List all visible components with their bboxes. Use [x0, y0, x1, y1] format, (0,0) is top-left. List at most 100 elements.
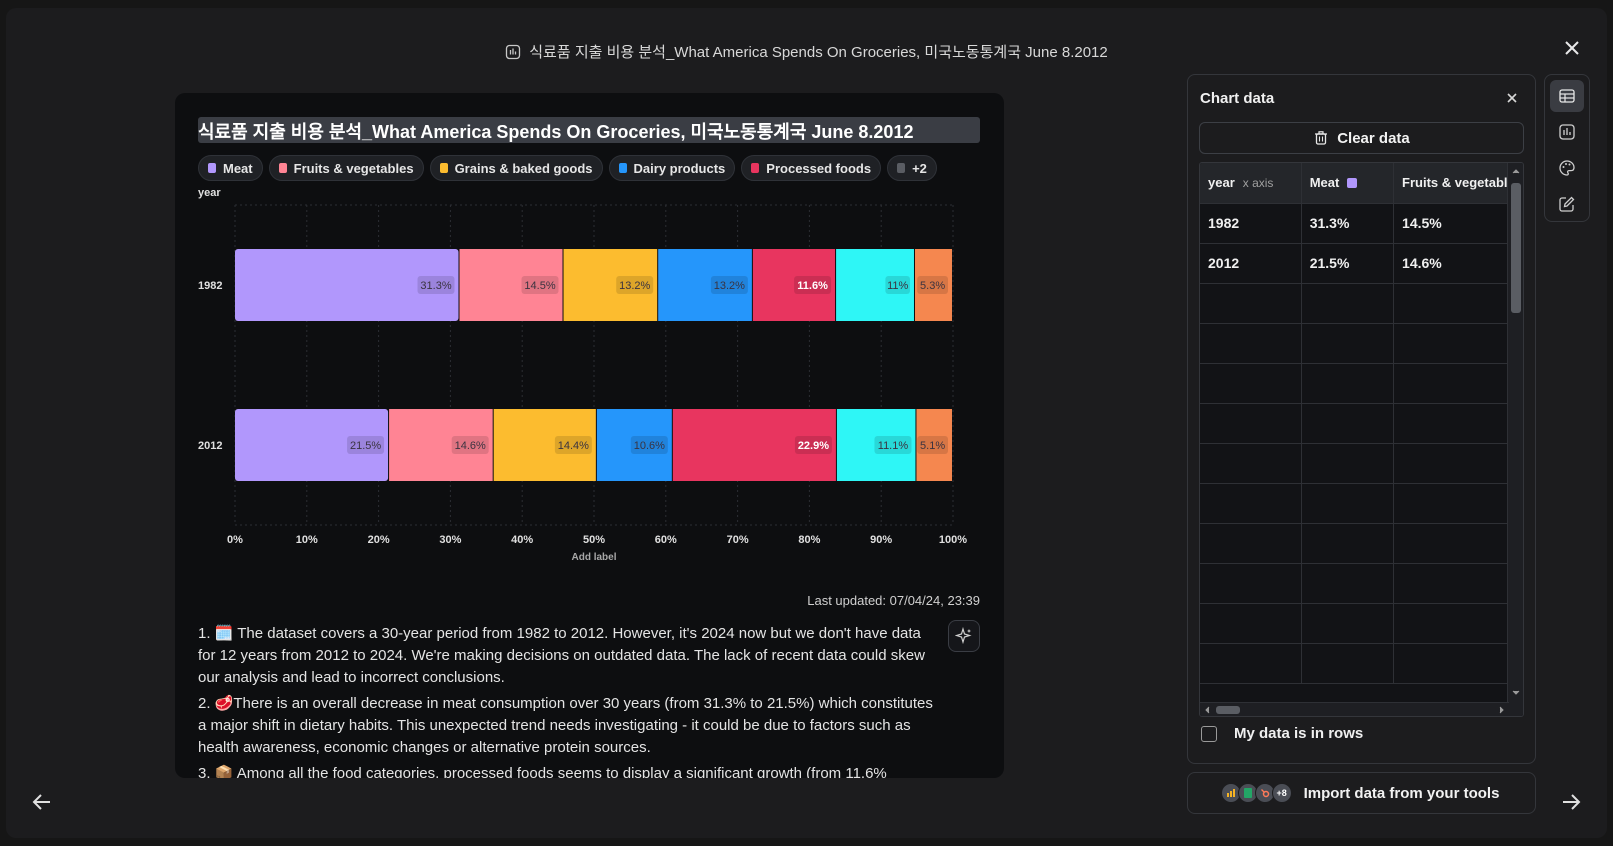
table-row	[1200, 563, 1523, 604]
table-cell[interactable]: 1982	[1200, 203, 1302, 244]
insights-text: 1. 🗓️ The dataset covers a 30-year perio…	[198, 623, 938, 778]
table-cell[interactable]	[1200, 563, 1302, 604]
next-chart-button[interactable]	[1557, 788, 1585, 816]
table-cell[interactable]	[1301, 603, 1395, 644]
table-cell[interactable]	[1200, 483, 1302, 524]
trash-icon	[1315, 131, 1328, 145]
meat-color-swatch[interactable]	[1347, 178, 1358, 189]
table-icon	[1559, 89, 1575, 103]
modal-title: 식료품 지출 비용 분석_What America Spends On Groc…	[6, 41, 1607, 64]
x-tick-label: 90%	[870, 534, 892, 546]
table-row	[1200, 523, 1523, 564]
table-cell[interactable]	[1393, 403, 1523, 444]
table-cell[interactable]	[1301, 363, 1395, 404]
table-cell[interactable]	[1301, 403, 1395, 444]
bar-chart-icon	[505, 44, 521, 64]
clear-data-button[interactable]: Clear data	[1199, 122, 1524, 154]
table-cell[interactable]	[1200, 283, 1302, 324]
table-cell[interactable]	[1200, 523, 1302, 564]
table-cell[interactable]: 2012	[1200, 243, 1302, 284]
column-header-year[interactable]: year x axis	[1200, 163, 1302, 204]
column-header-fruits[interactable]: Fruits & vegetables	[1393, 163, 1523, 204]
table-cell[interactable]: 14.6%	[1393, 243, 1523, 284]
table-cell[interactable]: 21.5%	[1301, 243, 1395, 284]
data-label: 11.1%	[878, 440, 909, 452]
table-cell[interactable]	[1200, 603, 1302, 644]
y-tick-label: 1982	[198, 280, 222, 292]
data-table: year x axis Meat Fruits & vegetables 1982…	[1200, 163, 1523, 684]
ai-insights-button[interactable]	[948, 620, 980, 652]
table-row	[1200, 403, 1523, 444]
x-tick-label: 40%	[511, 534, 533, 546]
data-label: 5.3%	[920, 280, 945, 292]
more-tools-badge: +8	[1271, 783, 1292, 803]
horizontal-scrollbar[interactable]	[1200, 702, 1509, 716]
table-row	[1200, 323, 1523, 364]
table-cell[interactable]	[1200, 443, 1302, 484]
x-tick-label: 10%	[296, 534, 318, 546]
x-tick-label: 0%	[227, 534, 243, 546]
insight-item: 1. 🗓️ The dataset covers a 30-year perio…	[198, 625, 925, 686]
table-cell[interactable]	[1301, 563, 1395, 604]
table-cell[interactable]: 31.3%	[1301, 203, 1395, 244]
table-cell[interactable]	[1393, 443, 1523, 484]
table-cell[interactable]	[1301, 643, 1395, 684]
column-header-meat-label: Meat	[1309, 175, 1340, 191]
table-cell[interactable]	[1393, 483, 1523, 524]
table-view-button[interactable]	[1550, 80, 1584, 112]
last-updated: Last updated: 07/04/24, 23:39	[807, 593, 980, 608]
table-cell[interactable]	[1393, 323, 1523, 364]
vertical-scrollbar[interactable]	[1507, 163, 1523, 716]
x-tick-label: 30%	[439, 534, 461, 546]
close-panel-button[interactable]	[1503, 89, 1521, 107]
bar-chart-icon	[1559, 124, 1575, 140]
chart-type-button[interactable]	[1550, 116, 1584, 148]
horizontal-scroll-thumb[interactable]	[1216, 706, 1240, 714]
table-cell[interactable]	[1393, 523, 1523, 564]
table-cell[interactable]: 14.5%	[1393, 203, 1523, 244]
data-label: 14.5%	[524, 280, 555, 292]
arrow-right-icon	[1563, 794, 1581, 810]
side-toolbar	[1544, 74, 1590, 222]
data-label: 21.5%	[350, 440, 381, 452]
data-in-rows-toggle[interactable]: My data is in rows	[1201, 725, 1363, 742]
scroll-up-icon	[1512, 169, 1520, 174]
style-button[interactable]	[1550, 152, 1584, 184]
modal-title-text: 식료품 지출 비용 분석_What America Spends On Groc…	[529, 44, 1108, 61]
data-in-rows-checkbox[interactable]	[1201, 725, 1217, 742]
vertical-scroll-thumb[interactable]	[1511, 183, 1521, 313]
close-modal-button[interactable]	[1559, 35, 1585, 61]
table-cell[interactable]	[1393, 643, 1523, 684]
table-cell[interactable]	[1301, 523, 1395, 564]
previous-chart-button[interactable]	[28, 788, 56, 816]
annotate-button[interactable]	[1550, 188, 1584, 220]
column-header-fruits-label: Fruits & vegetables	[1402, 175, 1522, 191]
table-cell[interactable]	[1301, 283, 1395, 324]
table-cell[interactable]	[1393, 563, 1523, 604]
table-cell[interactable]	[1393, 363, 1523, 404]
panel-title: Chart data	[1200, 90, 1275, 107]
column-header-meat[interactable]: Meat	[1301, 163, 1395, 204]
scroll-right-icon	[1499, 706, 1504, 714]
table-cell[interactable]	[1301, 483, 1395, 524]
table-cell[interactable]	[1200, 403, 1302, 444]
close-icon	[1507, 93, 1517, 103]
chart-data-panel: Chart data Clear data year x axis Meat Fr…	[1187, 74, 1536, 764]
data-label: 13.2%	[619, 280, 650, 292]
x-axis-label: Add label	[571, 552, 616, 563]
tool-icons: +8	[1220, 783, 1292, 803]
table-cell[interactable]	[1393, 283, 1523, 324]
data-label: 14.6%	[455, 440, 486, 452]
edit-icon	[1559, 196, 1575, 212]
table-row: 2012 21.5% 14.6%	[1200, 243, 1523, 284]
table-cell[interactable]	[1200, 643, 1302, 684]
table-row	[1200, 483, 1523, 524]
data-label: 5.1%	[920, 440, 945, 452]
data-label: 14.4%	[558, 440, 589, 452]
table-cell[interactable]	[1393, 603, 1523, 644]
table-cell[interactable]	[1200, 323, 1302, 364]
table-cell[interactable]	[1301, 443, 1395, 484]
import-data-button[interactable]: +8 Import data from your tools	[1187, 772, 1536, 814]
table-cell[interactable]	[1301, 323, 1395, 364]
table-cell[interactable]	[1200, 363, 1302, 404]
